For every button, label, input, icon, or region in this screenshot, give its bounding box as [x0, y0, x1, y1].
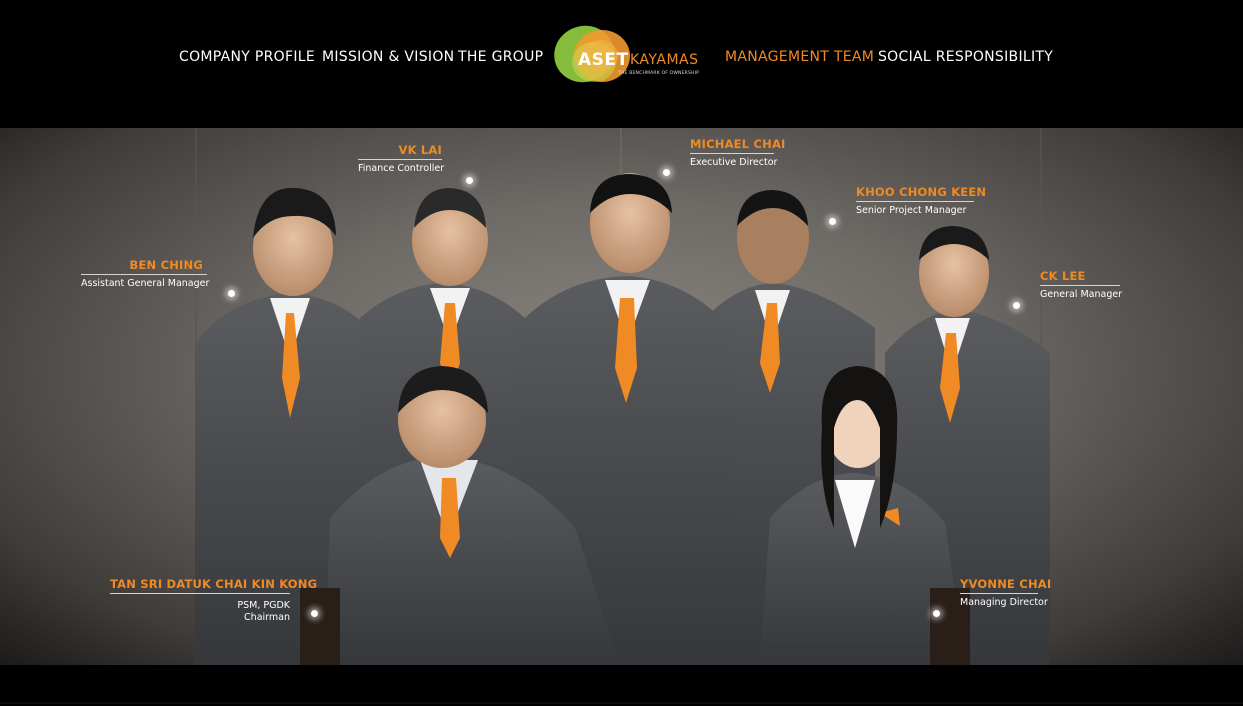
- member-name: BEN CHING: [129, 258, 203, 272]
- hotspot-dot[interactable]: [311, 610, 318, 617]
- hotspot-dot[interactable]: [228, 290, 235, 297]
- nav-social-responsibility[interactable]: SOCIAL RESPONSIBILITY: [878, 49, 1053, 65]
- logo-brand-primary: ASET: [578, 50, 629, 70]
- footer-divider: [0, 702, 1243, 704]
- member-name: MICHAEL CHAI: [690, 137, 786, 151]
- member-title: Senior Project Manager: [856, 205, 967, 216]
- member-title: Managing Director: [960, 597, 1048, 608]
- logo-tagline: THE BENCHMARK OF OWNERSHIP: [618, 71, 700, 76]
- member-name: CK LEE: [1040, 269, 1086, 283]
- callout-rule: [856, 201, 974, 202]
- callout-ben-ching[interactable]: BEN CHING Assistant General Manager: [81, 258, 210, 290]
- member-name: VK LAI: [398, 143, 442, 157]
- callout-michael-chai[interactable]: MICHAEL CHAI Executive Director: [690, 137, 810, 169]
- callout-vk-lai[interactable]: VK LAI Finance Controller: [358, 143, 468, 175]
- nav-mission-vision[interactable]: MISSION & VISION: [322, 49, 454, 65]
- hotspot-dot[interactable]: [1013, 302, 1020, 309]
- callout-rule: [960, 593, 1038, 594]
- hotspot-dot[interactable]: [829, 218, 836, 225]
- footer: [0, 665, 1243, 706]
- member-name: YVONNE CHAI: [960, 577, 1052, 591]
- logo-brand-secondary: KAYAMAS: [630, 52, 699, 68]
- management-team-photo: VK LAI Finance Controller MICHAEL CHAI E…: [0, 128, 1243, 665]
- callout-yvonne-chai[interactable]: YVONNE CHAI Managing Director: [960, 577, 1052, 609]
- member-name: KHOO CHONG KEEN: [856, 185, 987, 199]
- hotspot-dot[interactable]: [466, 177, 473, 184]
- nav-company-profile[interactable]: COMPANY PROFILE: [179, 49, 315, 65]
- callout-rule: [358, 159, 442, 160]
- aset-kayamas-logo[interactable]: ASET KAYAMAS THE BENCHMARK OF OWNERSHIP: [554, 16, 710, 100]
- member-name: TAN SRI DATUK CHAI KIN KONG: [110, 577, 318, 591]
- hotspot-dot[interactable]: [933, 610, 940, 617]
- callout-rule: [110, 593, 290, 594]
- callout-tan-sri-datuk-chai-kin-kong[interactable]: TAN SRI DATUK CHAI KIN KONG PSM, PGDK Ch…: [110, 577, 318, 624]
- nav-management-team[interactable]: MANAGEMENT TEAM: [725, 49, 874, 65]
- member-title: Assistant General Manager: [81, 278, 210, 289]
- callout-ck-lee[interactable]: CK LEE General Manager: [1040, 269, 1123, 301]
- member-title: General Manager: [1040, 289, 1123, 300]
- member-title: Finance Controller: [358, 163, 445, 174]
- callout-khoo-chong-keen[interactable]: KHOO CHONG KEEN Senior Project Manager: [856, 185, 986, 217]
- callout-rule: [690, 153, 774, 154]
- top-navigation: COMPANY PROFILE MISSION & VISION THE GRO…: [0, 0, 1243, 128]
- callout-rule: [81, 274, 207, 275]
- member-title-secondary: Chairman: [244, 612, 290, 623]
- member-title: Executive Director: [690, 157, 778, 168]
- nav-the-group[interactable]: THE GROUP: [458, 49, 543, 65]
- member-title: PSM, PGDK: [237, 600, 290, 611]
- hotspot-dot[interactable]: [663, 169, 670, 176]
- callout-rule: [1040, 285, 1120, 286]
